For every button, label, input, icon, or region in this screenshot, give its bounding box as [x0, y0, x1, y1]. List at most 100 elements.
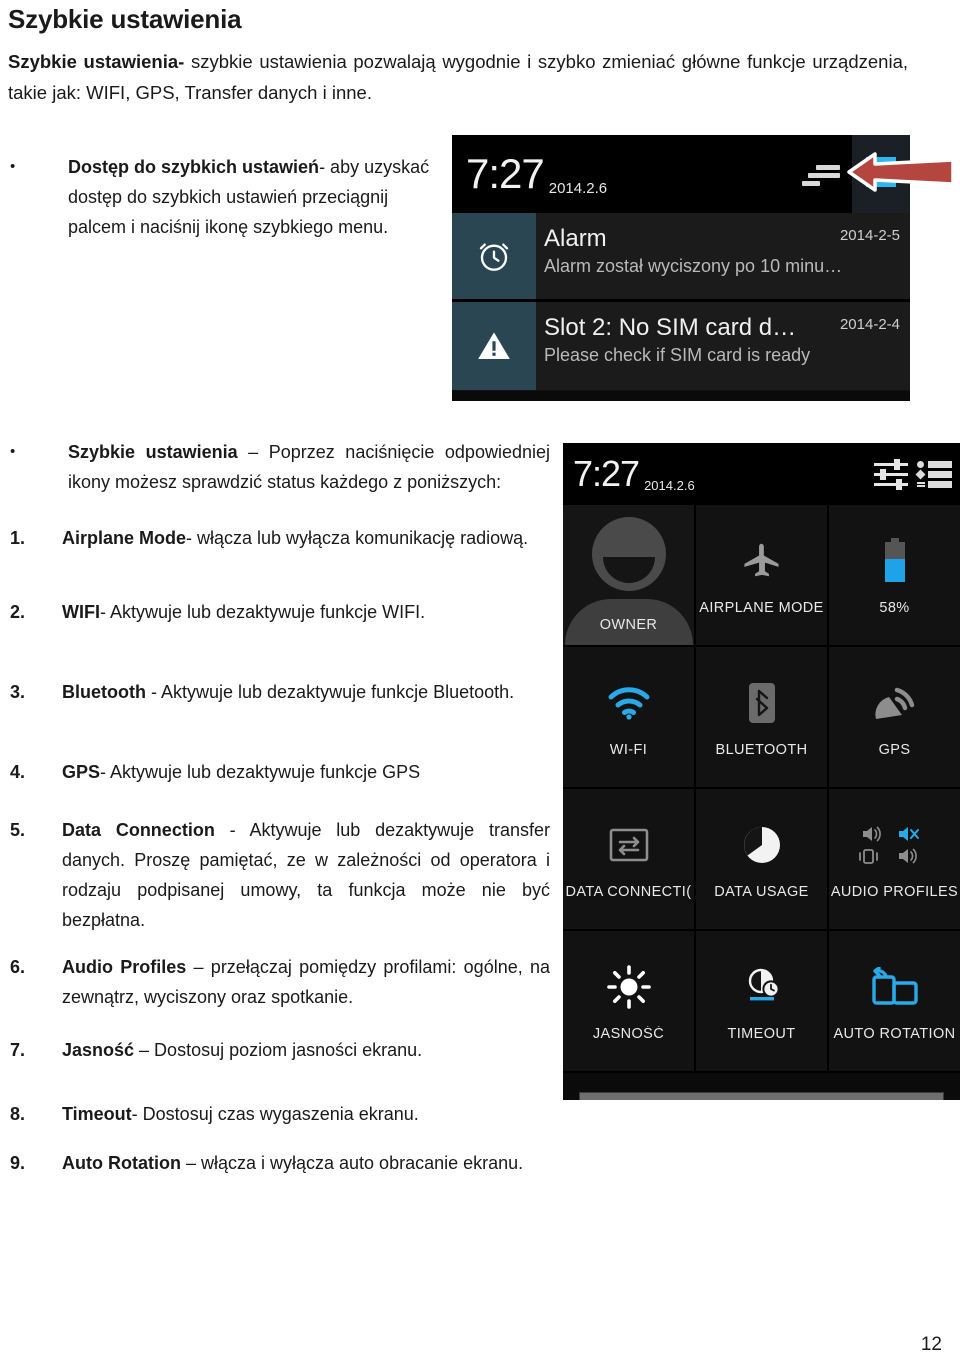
list-item-text: Bluetooth - Aktywuje lub dezaktywuje fun…: [62, 677, 545, 707]
notification-row[interactable]: Alarm Alarm został wyciszony po 10 minu……: [452, 213, 910, 302]
list-item-bold: WIFI: [62, 602, 100, 622]
tile-label: AUDIO PROFILES: [830, 884, 959, 900]
tile-label: 58%: [879, 600, 910, 616]
page-title: Szybkie ustawienia: [8, 4, 242, 34]
brightness-sun-icon: [606, 960, 651, 1014]
tile-data-connection[interactable]: DATA CONNECTI(: [563, 789, 694, 929]
tile-label: BLUETOOTH: [715, 742, 808, 758]
screen-timeout-icon: [739, 960, 785, 1014]
list-item-text: Audio Profiles – przełączaj pomiędzy pro…: [62, 952, 550, 1012]
notification-subtitle: Please check if SIM card is ready: [544, 345, 811, 365]
tile-bluetooth[interactable]: BLUETOOTH: [696, 647, 827, 787]
tile-battery[interactable]: 58%: [829, 505, 960, 645]
tile-timeout[interactable]: TIMEOUT: [696, 931, 827, 1071]
tile-label: AIRPLANE MODE: [699, 600, 824, 616]
clock-time: 7:27: [466, 150, 545, 197]
notification-list-icon[interactable]: [915, 459, 952, 489]
tile-owner[interactable]: OWNER: [563, 505, 694, 645]
tile-label: JASNOŚĆ: [592, 1026, 665, 1042]
list-item: 7. Jasność – Dostosuj poziom jasności ek…: [10, 1035, 550, 1065]
quick-settings-screenshot: 7:27 2014.2.6 OWNER AIRPLANE MODE 58% WI…: [563, 443, 960, 1100]
tile-gps[interactable]: GPS: [829, 647, 960, 787]
panel-drag-handle[interactable]: [578, 1091, 945, 1100]
list-item-rest: - Dostosuj czas wygaszenia ekranu.: [131, 1104, 419, 1124]
status-bar-right-icons: [874, 459, 960, 490]
bullet-item-access: • Dostęp do szybkich ustawień- aby uzysk…: [10, 152, 440, 242]
status-bar: 7:27 2014.2.6: [563, 443, 960, 505]
list-item: 6. Audio Profiles – przełączaj pomiędzy …: [10, 952, 550, 1012]
tile-wifi[interactable]: WI-FI: [563, 647, 694, 787]
list-item-rest: - Aktywuje lub dezaktywuje funkcje WIFI.: [100, 602, 426, 622]
notification-lines-icon: [802, 159, 842, 189]
warning-triangle-icon: [452, 302, 536, 390]
notification-content: Slot 2: No SIM card d… Please check if S…: [536, 302, 910, 390]
list-item-number: 8.: [10, 1104, 26, 1124]
alarm-clock-icon: [452, 213, 536, 299]
bluetooth-icon: [747, 676, 777, 730]
quick-settings-icon[interactable]: [852, 135, 910, 213]
list-item-text: Airplane Mode- włącza lub wyłącza komuni…: [62, 523, 545, 553]
list-item-number: 7.: [10, 1040, 26, 1060]
list-item-text: WIFI- Aktywuje lub dezaktywuje funkcje W…: [62, 597, 545, 627]
tile-label: DATA CONNECTI(: [565, 884, 692, 900]
tile-data-usage[interactable]: DATA USAGE: [696, 789, 827, 929]
list-item: 1. Airplane Mode- włącza lub wyłącza kom…: [10, 523, 545, 553]
notification-shade-screenshot: 7:27 2014.2.6 Alarm Alarm został wyciszo…: [452, 135, 910, 401]
notification-row[interactable]: Slot 2: No SIM card d… Please check if S…: [452, 302, 910, 391]
status-bar-right-icons: [802, 135, 910, 213]
intro-paragraph: Szybkie ustawienia- szybkie ustawienia p…: [8, 46, 908, 108]
list-item-bold: Bluetooth: [62, 682, 146, 702]
list-item-rest: – Dostosuj poziom jasności ekranu.: [134, 1040, 423, 1060]
tile-label: TIMEOUT: [727, 1026, 796, 1042]
auto-rotation-icon: [870, 960, 920, 1014]
list-item-bold: Timeout: [62, 1104, 132, 1124]
bullet-item-quick-settings: • Szybkie ustawienia – Poprzez naciśnięc…: [10, 437, 550, 497]
tile-airplane-mode[interactable]: AIRPLANE MODE: [696, 505, 827, 645]
list-item-rest: - Aktywuje lub dezaktywuje funkcje Bluet…: [145, 682, 515, 702]
tile-brightness[interactable]: JASNOŚĆ: [563, 931, 694, 1071]
clock-date: 2014.2.6: [548, 180, 608, 197]
list-item-number: 1.: [10, 528, 26, 548]
panel-drag-handle-area[interactable]: [563, 1071, 960, 1100]
user-avatar-icon: [563, 517, 694, 645]
intro-lead: Szybkie ustawienia-: [8, 51, 185, 72]
notification-subtitle: Alarm został wyciszony po 10 minu…: [544, 256, 843, 276]
list-item: 8. Timeout- Dostosuj czas wygaszenia ekr…: [10, 1099, 550, 1129]
notification-date: 2014-2-5: [839, 227, 900, 244]
tile-audio-profiles[interactable]: AUDIO PROFILES: [829, 789, 960, 929]
list-item: 3. Bluetooth - Aktywuje lub dezaktywuje …: [10, 677, 545, 707]
bullet-bold: Szybkie ustawienia: [68, 442, 238, 462]
list-item-bold: Audio Profiles: [62, 957, 187, 977]
list-item-text: Timeout- Dostosuj czas wygaszenia ekranu…: [62, 1099, 550, 1129]
list-item-text: GPS- Aktywuje lub dezaktywuje funkcje GP…: [62, 757, 545, 787]
list-item-rest: – włącza i wyłącza auto obracanie ekranu…: [180, 1153, 524, 1173]
battery-icon: [882, 534, 908, 588]
clock-time: 7:27: [573, 453, 640, 494]
audio-profiles-icon: [857, 818, 933, 872]
list-item-text: Jasność – Dostosuj poziom jasności ekran…: [62, 1035, 550, 1065]
tile-label: AUTO ROTATION: [833, 1026, 956, 1042]
settings-sliders-icon[interactable]: [874, 459, 908, 490]
list-item: 5. Data Connection - Aktywuje lub dezakt…: [10, 815, 550, 935]
data-usage-pie-icon: [741, 818, 783, 872]
page-number: 12: [920, 1334, 942, 1355]
document-page: Szybkie ustawienia Szybkie ustawienia- s…: [0, 0, 960, 1370]
list-item-rest: - Aktywuje lub dezaktywuje funkcje GPS: [100, 762, 421, 782]
gps-satellite-icon: [872, 676, 918, 730]
wifi-icon: [605, 676, 653, 730]
list-item-number: 4.: [10, 762, 26, 782]
notification-content: Alarm Alarm został wyciszony po 10 minu……: [536, 213, 910, 299]
list-item-bold: Jasność: [62, 1040, 135, 1060]
tile-auto-rotation[interactable]: AUTO ROTATION: [829, 931, 960, 1071]
list-item-text: Data Connection - Aktywuje lub dezaktywu…: [62, 815, 550, 935]
tile-label: GPS: [878, 742, 911, 758]
list-item-number: 6.: [10, 957, 26, 977]
bullet-dot-icon: •: [10, 443, 16, 460]
list-item-number: 9.: [10, 1153, 26, 1173]
bullet-dot-icon: •: [10, 158, 16, 175]
list-item-number: 2.: [10, 602, 26, 622]
list-item: 2. WIFI- Aktywuje lub dezaktywuje funkcj…: [10, 597, 545, 627]
list-item-bold: GPS: [62, 762, 101, 782]
bullet-text: Szybkie ustawienia – Poprzez naciśnięcie…: [68, 437, 550, 497]
list-item: 4. GPS- Aktywuje lub dezaktywuje funkcje…: [10, 757, 545, 787]
